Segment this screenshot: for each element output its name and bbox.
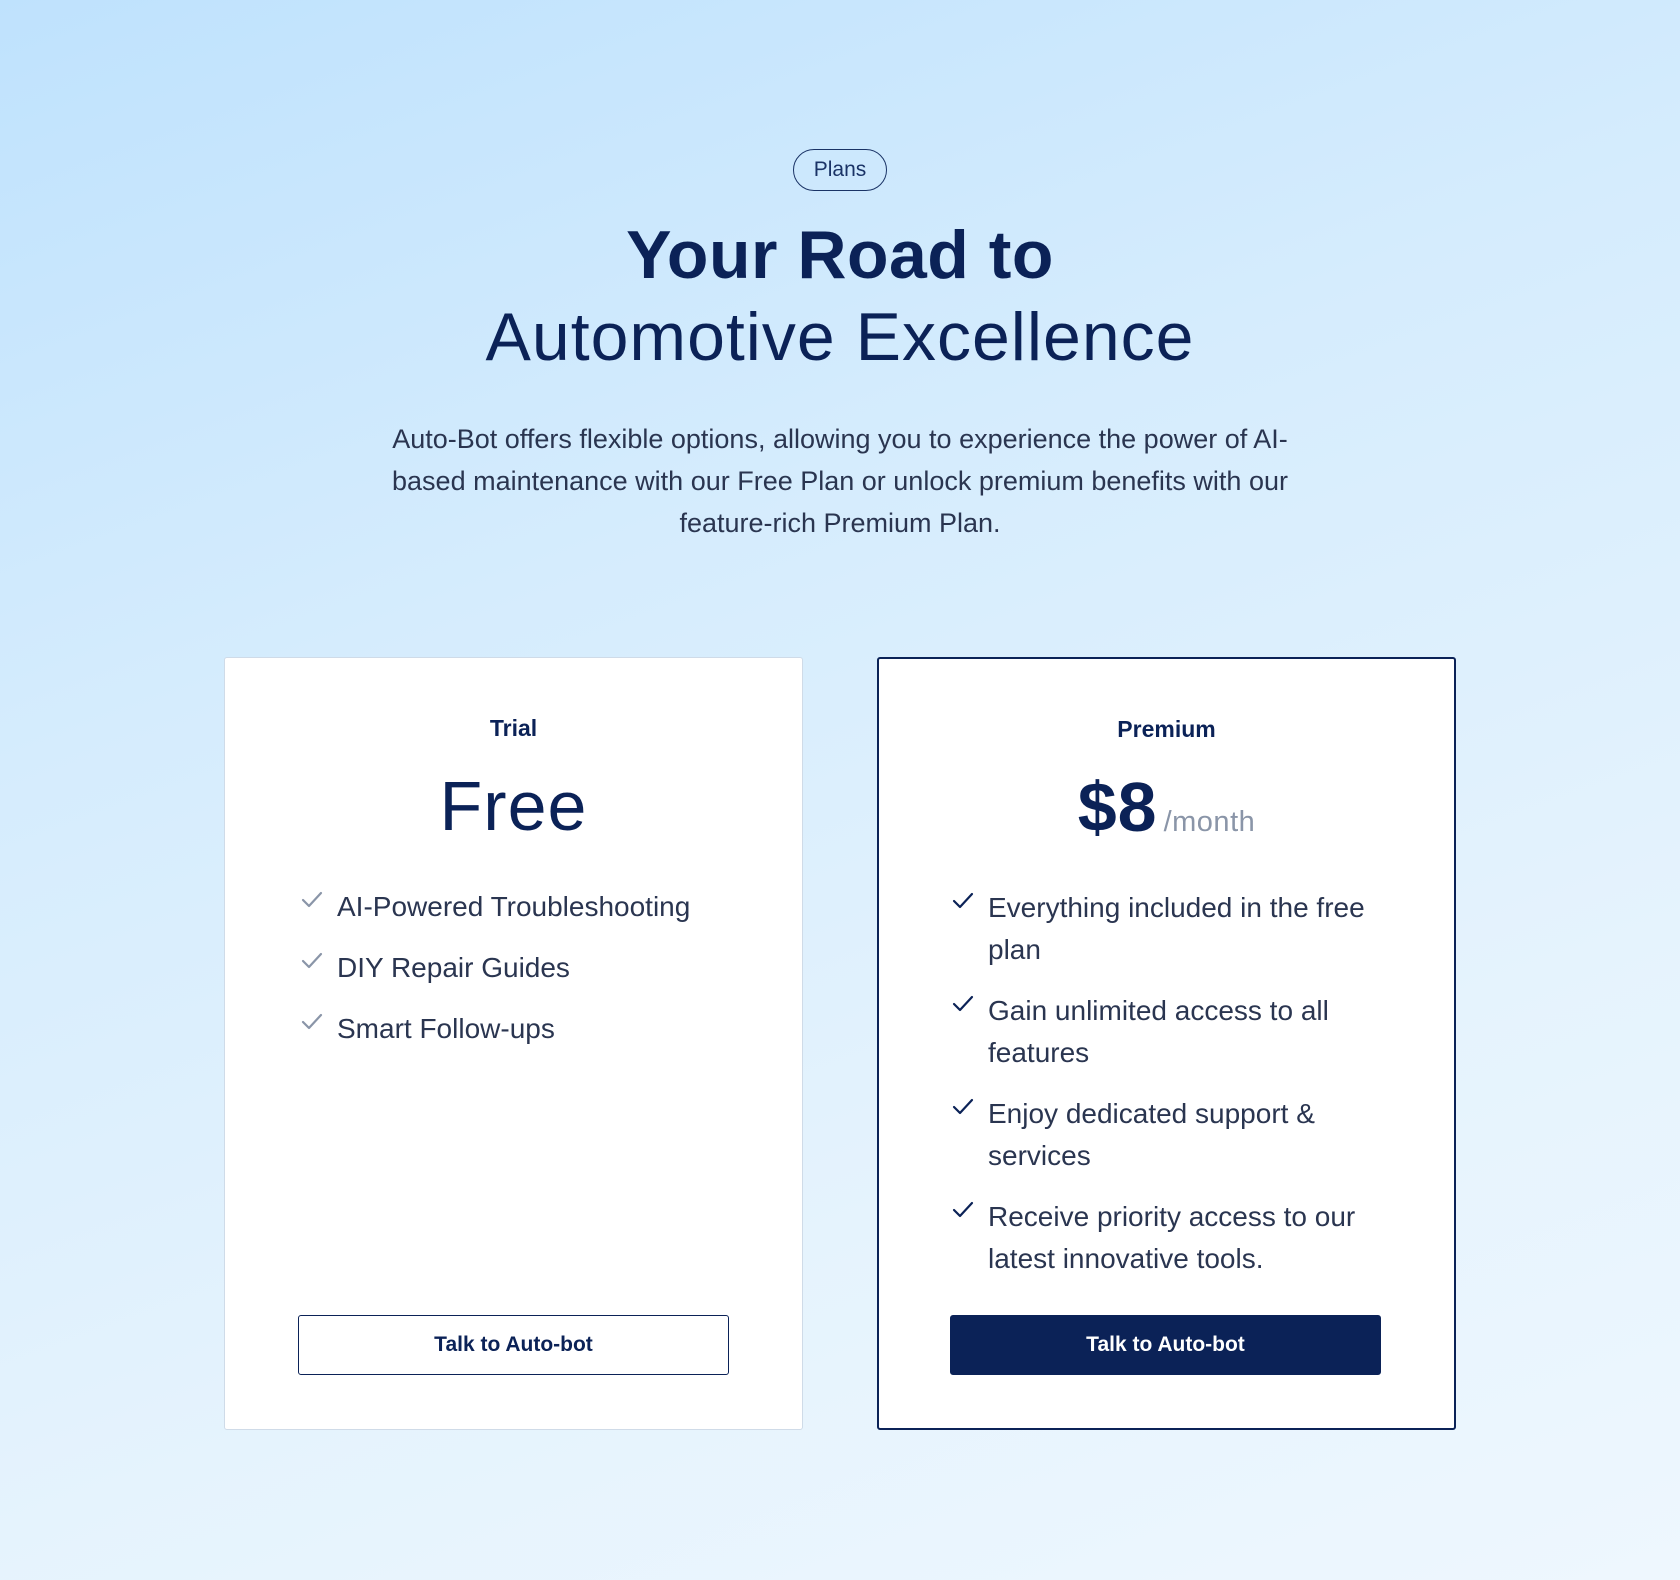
feature-item: Smart Follow-ups [301,1008,741,1050]
plan-period: /month [1163,806,1256,838]
check-icon [301,1011,323,1033]
check-icon [952,993,974,1015]
feature-text: AI-Powered Troubleshooting [337,891,691,922]
page-description: Auto-Bot offers flexible options, allowi… [392,424,1288,538]
feature-item: Enjoy dedicated support & services [952,1093,1392,1177]
check-icon [952,1199,974,1221]
feature-text: Receive priority access to our latest in… [988,1201,1356,1274]
feature-text: Smart Follow-ups [337,1013,555,1044]
feature-item: DIY Repair Guides [301,947,741,989]
talk-to-auto-bot-button[interactable]: Talk to Auto-bot [950,1315,1381,1375]
price-row: $8 /month [879,767,1454,847]
check-icon [301,889,323,911]
plan-card-trial: Trial Free AI-Powered Troubleshooting DIY… [224,657,803,1430]
feature-item: Receive priority access to our latest in… [952,1196,1392,1280]
price-row: Free [225,766,802,846]
plan-price: $8 [1077,768,1158,846]
check-icon [301,950,323,972]
check-icon [952,890,974,912]
check-icon [952,1096,974,1118]
plan-name: Premium [1117,716,1216,742]
feature-text: DIY Repair Guides [337,952,570,983]
feature-item: Everything included in the free plan [952,887,1392,971]
feature-text: Enjoy dedicated support & services [988,1098,1315,1171]
talk-to-auto-bot-button[interactable]: Talk to Auto-bot [298,1315,729,1375]
plan-price: Free [439,767,588,845]
page-title-line1: Your Road to [626,217,1054,293]
feature-item: Gain unlimited access to all features [952,990,1392,1074]
plan-name: Trial [489,715,538,741]
feature-list: AI-Powered Troubleshooting DIY Repair Gui… [301,886,741,1069]
pricing-section: Plans Your Road to Automotive Excellence… [0,0,1680,1580]
plans-badge: Plans [793,149,887,191]
feature-list: Everything included in the free plan Gain… [952,887,1392,1299]
feature-text: Gain unlimited access to all features [988,995,1329,1068]
plan-card-premium: Premium $8 /month Everything included in… [877,657,1456,1430]
page-title-line2: Automotive Excellence [485,299,1195,375]
feature-item: AI-Powered Troubleshooting [301,886,741,928]
feature-text: Everything included in the free plan [988,892,1365,965]
